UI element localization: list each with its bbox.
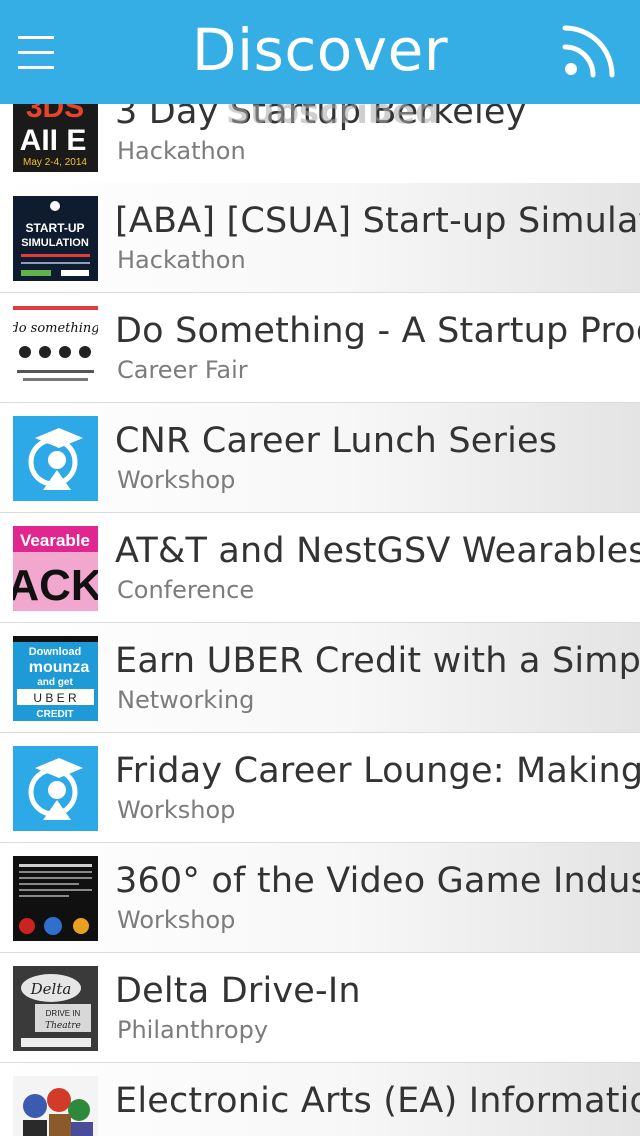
rss-feed-icon[interactable]	[562, 20, 620, 78]
uber-credit-thumbnail: Download mounza and get U B E R CREDIT	[13, 636, 98, 721]
event-category: Hackathon	[117, 137, 246, 165]
svg-text:and get: and get	[37, 677, 73, 688]
event-category: Career Fair	[117, 356, 248, 384]
event-row[interactable]: 3DS AII E May 2-4, 2014 3 Day Startup Be…	[0, 104, 640, 184]
svg-text:U B E R: U B E R	[33, 691, 77, 705]
wearables-hack-thumbnail: Vearable ACK	[13, 526, 98, 611]
graduate-logo-thumbnail	[13, 416, 98, 501]
svg-text:Download: Download	[29, 646, 82, 658]
event-row[interactable]: Delta DRIVE IN Theatre Delta Drive-In Ph…	[0, 953, 640, 1063]
svg-text:Vearable: Vearable	[20, 531, 90, 550]
event-row[interactable]: Friday Career Lounge: Making M Workshop	[0, 733, 640, 843]
svg-text:Theatre: Theatre	[45, 1021, 81, 1031]
svg-text:DRIVE IN: DRIVE IN	[46, 1009, 81, 1018]
delta-drive-in-thumbnail: Delta DRIVE IN Theatre	[13, 966, 98, 1051]
svg-text:May 2-4, 2014: May 2-4, 2014	[23, 157, 87, 168]
page-title: Discover	[191, 16, 449, 84]
event-category: Workshop	[117, 906, 236, 934]
event-category: Workshop	[117, 796, 236, 824]
svg-text:SIMULATION: SIMULATION	[21, 237, 89, 249]
event-row[interactable]: Vearable ACK AT&T and NestGSV Wearables …	[0, 513, 640, 623]
event-row[interactable]: do something Do Something - A Startup Pr…	[0, 293, 640, 403]
video-game-flyer-thumbnail	[13, 856, 98, 941]
event-title: Delta Drive-In	[115, 971, 361, 1011]
event-title: 360° of the Video Game Industry	[115, 861, 640, 901]
svg-text:AII E: AII E	[20, 124, 87, 157]
svg-text:do something: do something	[13, 321, 98, 336]
event-category: Philanthropy	[117, 1016, 269, 1044]
event-row[interactable]: Download mounza and get U B E R CREDIT E…	[0, 623, 640, 733]
event-title: Do Something - A Startup Product	[115, 311, 640, 351]
event-category: Conference	[117, 576, 255, 604]
event-category: Hackathon	[117, 246, 246, 274]
event-title: Friday Career Lounge: Making M	[115, 751, 640, 791]
svg-text:CREDIT: CREDIT	[36, 709, 73, 720]
event-title: Electronic Arts (EA) Information S	[115, 1081, 640, 1121]
event-title: CNR Career Lunch Series	[115, 421, 558, 461]
do-something-flyer-thumbnail: do something	[13, 306, 98, 391]
event-title: Earn UBER Credit with a Simple S	[115, 641, 640, 681]
svg-text:START-UP: START-UP	[25, 221, 84, 235]
subscribed-badge: Subscribed	[226, 104, 440, 132]
graduate-logo-thumbnail	[13, 746, 98, 831]
event-title: [ABA] [CSUA] Start-up Simulation	[115, 201, 640, 241]
event-row[interactable]: Electronic Arts (EA) Information S	[0, 1063, 640, 1136]
event-category: Workshop	[117, 466, 236, 494]
startup-simulation-flyer-thumbnail: START-UP SIMULATION	[13, 196, 98, 281]
event-row[interactable]: START-UP SIMULATION [ABA] [CSUA] Start-u…	[0, 183, 640, 293]
event-list[interactable]: 3DS AII E May 2-4, 2014 3 Day Startup Be…	[0, 104, 640, 1136]
event-row[interactable]: 360° of the Video Game Industry Workshop	[0, 843, 640, 953]
svg-text:Delta: Delta	[30, 980, 72, 998]
svg-text:3DS: 3DS	[26, 104, 84, 124]
svg-text:mounza: mounza	[29, 659, 90, 676]
ea-characters-thumbnail	[13, 1076, 98, 1136]
nav-bar: Discover	[0, 0, 640, 104]
event-title: AT&T and NestGSV Wearables	[115, 531, 640, 571]
3ds-logo-thumbnail: 3DS AII E May 2-4, 2014	[13, 104, 98, 172]
svg-text:ACK: ACK	[13, 561, 98, 610]
event-category: Networking	[117, 686, 255, 714]
event-row[interactable]: CNR Career Lunch Series Workshop	[0, 403, 640, 513]
